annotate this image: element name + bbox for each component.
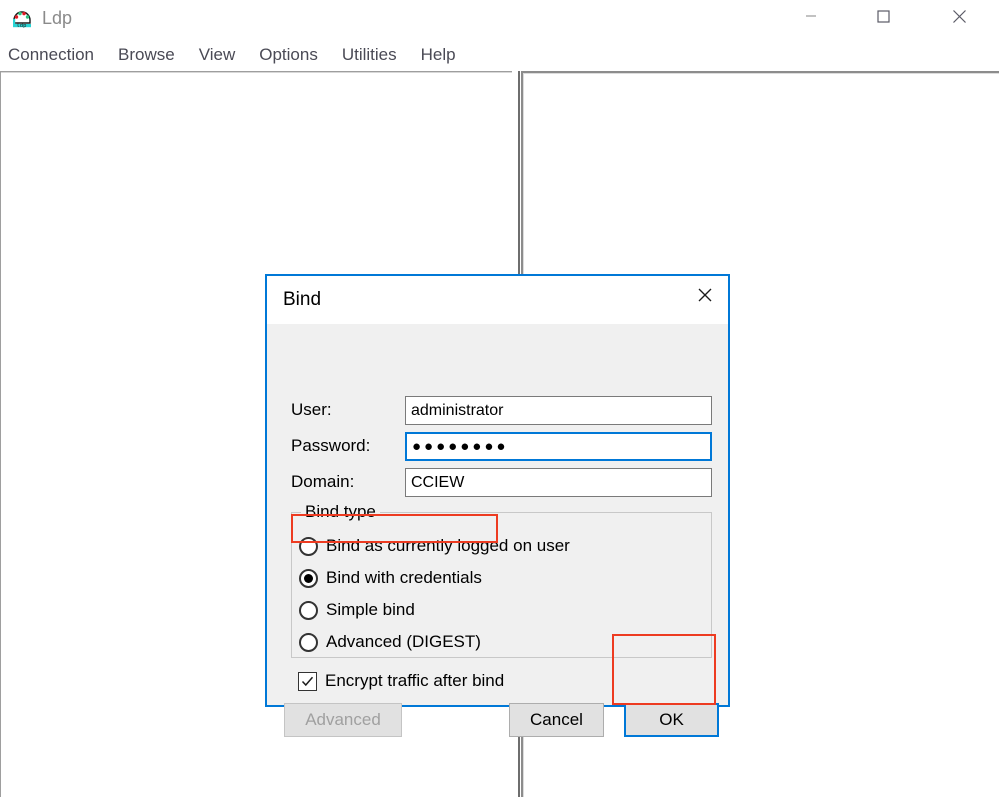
radio-label: Simple bind <box>326 600 415 619</box>
menu-item-view[interactable]: View <box>187 44 248 66</box>
ldp-application-window: ldp Ldp Connection Browse View Options U… <box>0 0 999 797</box>
radio-label: Advanced (DIGEST) <box>326 632 481 651</box>
menu-item-browse[interactable]: Browse <box>106 44 187 66</box>
radio-icon <box>299 536 318 556</box>
radio-bind-with-credentials[interactable]: Bind with credentials <box>299 564 482 592</box>
radio-label: Bind with credentials <box>326 568 482 587</box>
radio-advanced-digest[interactable]: Advanced (DIGEST) <box>299 628 481 656</box>
domain-field-row: Domain: <box>267 468 728 498</box>
radio-icon-selected <box>299 568 318 588</box>
bind-dialog-title: Bind <box>283 289 322 310</box>
user-input[interactable] <box>405 396 712 425</box>
cancel-button[interactable]: Cancel <box>509 703 604 737</box>
bind-dialog: Bind User: Password: ●●●●●●●● Domai <box>265 274 730 737</box>
bind-type-legend: Bind type <box>301 501 380 523</box>
domain-input[interactable] <box>405 468 712 497</box>
menubar: Connection Browse View Options Utilities… <box>0 38 520 71</box>
menu-item-connection[interactable]: Connection <box>0 44 106 66</box>
menu-item-utilities[interactable]: Utilities <box>330 44 409 66</box>
radio-bind-as-logged-on-user[interactable]: Bind as currently logged on user <box>299 532 570 560</box>
password-input[interactable]: ●●●●●●●● <box>405 432 712 461</box>
menu-item-options[interactable]: Options <box>247 44 330 66</box>
radio-icon <box>299 632 318 652</box>
encrypt-traffic-label: Encrypt traffic after bind <box>325 671 505 690</box>
bind-dialog-body: User: Password: ●●●●●●●● Domain: Bind ty… <box>267 324 728 737</box>
radio-simple-bind[interactable]: Simple bind <box>299 596 415 624</box>
minimize-icon[interactable] <box>788 0 834 32</box>
dialog-close-icon[interactable] <box>682 276 728 314</box>
checkbox-checked-icon <box>298 671 317 691</box>
ldp-app-icon: ldp <box>10 6 34 30</box>
svg-text:ldp: ldp <box>17 23 27 29</box>
password-field-row: Password: ●●●●●●●● <box>267 432 728 462</box>
bind-dialog-titlebar: Bind <box>267 276 728 324</box>
bind-type-groupbox: Bind type Bind as currently logged on us… <box>291 501 712 658</box>
menu-item-help[interactable]: Help <box>409 44 468 66</box>
user-field-row: User: <box>267 396 728 426</box>
password-label: Password: <box>291 436 371 455</box>
user-label: User: <box>291 400 332 419</box>
window-titlebar: ldp Ldp <box>0 0 999 38</box>
window-title: Ldp <box>42 8 73 28</box>
radio-label: Bind as currently logged on user <box>326 536 570 555</box>
maximize-icon[interactable] <box>860 0 906 32</box>
close-icon[interactable] <box>936 0 982 32</box>
radio-icon <box>299 600 318 620</box>
domain-label: Domain: <box>291 472 355 491</box>
encrypt-traffic-checkbox[interactable]: Encrypt traffic after bind <box>298 668 504 694</box>
ok-button[interactable]: OK <box>624 703 719 737</box>
advanced-button[interactable]: Advanced <box>284 703 402 737</box>
